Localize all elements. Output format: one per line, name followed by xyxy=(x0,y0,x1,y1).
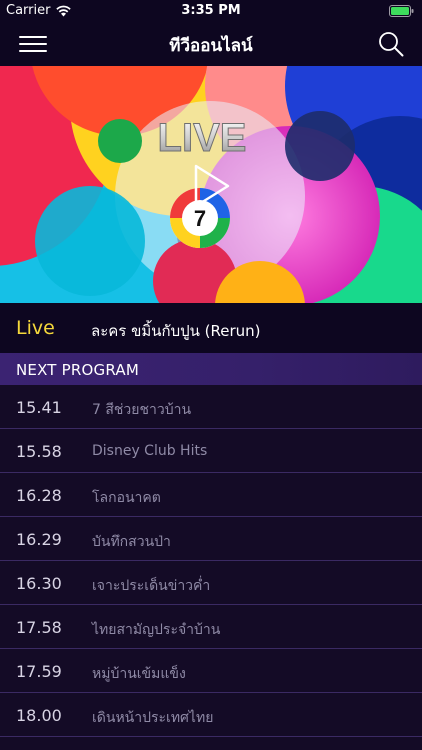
svg-text:LIVE: LIVE xyxy=(158,116,247,160)
next-program-label: NEXT PROGRAM xyxy=(16,361,139,379)
program-time: 16.28 xyxy=(16,486,62,505)
now-playing-title: ละคร ขมิ้นกับปูน (Rerun) xyxy=(91,322,261,340)
program-list: 15.41 7 สีช่วยชาวบ้าน 15.58 Disney Club … xyxy=(0,385,422,737)
program-item[interactable]: 15.58 Disney Club Hits xyxy=(0,429,422,473)
status-time: 3:35 PM xyxy=(181,3,241,18)
battery-icon xyxy=(389,5,414,17)
program-time: 17.58 xyxy=(16,618,62,637)
program-time: 15.41 xyxy=(16,398,62,417)
program-item[interactable]: 16.30 เจาะประเด็นข่าวค่ำ xyxy=(0,561,422,605)
live-video-player[interactable]: LIVE 7 xyxy=(0,66,422,303)
next-program-header: NEXT PROGRAM xyxy=(0,353,422,385)
program-title: เจาะประเด็นข่าวค่ำ xyxy=(92,578,211,594)
program-title: ไทยสามัญประจำบ้าน xyxy=(92,622,221,638)
program-time: 18.00 xyxy=(16,706,62,725)
program-item[interactable]: 18.00 เดินหน้าประเทศไทย xyxy=(0,693,422,737)
program-title: 7 สีช่วยชาวบ้าน xyxy=(92,402,192,418)
program-title: Disney Club Hits xyxy=(92,443,208,459)
app-screen: Carrier 3:35 PM ทีวีออนไลน์ LIVE 7 Live … xyxy=(0,0,422,750)
status-bar: Carrier 3:35 PM xyxy=(0,0,422,22)
program-title: โลกอนาคต xyxy=(92,490,161,506)
program-time: 17.59 xyxy=(16,662,62,681)
program-title: เดินหน้าประเทศไทย xyxy=(92,710,214,726)
svg-text:7: 7 xyxy=(194,206,206,231)
program-item[interactable]: 17.58 ไทยสามัญประจำบ้าน xyxy=(0,605,422,649)
program-time: 15.58 xyxy=(16,442,62,461)
live-video-artwork: LIVE 7 xyxy=(0,66,422,303)
program-item[interactable]: 17.59 หมู่บ้านเข้มแข็ง xyxy=(0,649,422,693)
program-item[interactable]: 16.29 บันทึกสวนป่า xyxy=(0,517,422,561)
program-item[interactable]: 15.41 7 สีช่วยชาวบ้าน xyxy=(0,385,422,429)
now-playing-row[interactable]: Live ละคร ขมิ้นกับปูน (Rerun) xyxy=(0,303,422,353)
navigation-bar: ทีวีออนไลน์ xyxy=(0,22,422,66)
channel-logo: 7 xyxy=(170,188,230,248)
program-title: หมู่บ้านเข้มแข็ง xyxy=(92,666,186,682)
live-badge: Live xyxy=(16,317,55,339)
program-title: บันทึกสวนป่า xyxy=(92,534,171,550)
program-item[interactable]: 16.28 โลกอนาคต xyxy=(0,473,422,517)
page-title: ทีวีออนไลน์ xyxy=(169,36,253,56)
search-icon[interactable] xyxy=(378,31,404,57)
program-time: 16.30 xyxy=(16,574,62,593)
program-time: 16.29 xyxy=(16,530,62,549)
